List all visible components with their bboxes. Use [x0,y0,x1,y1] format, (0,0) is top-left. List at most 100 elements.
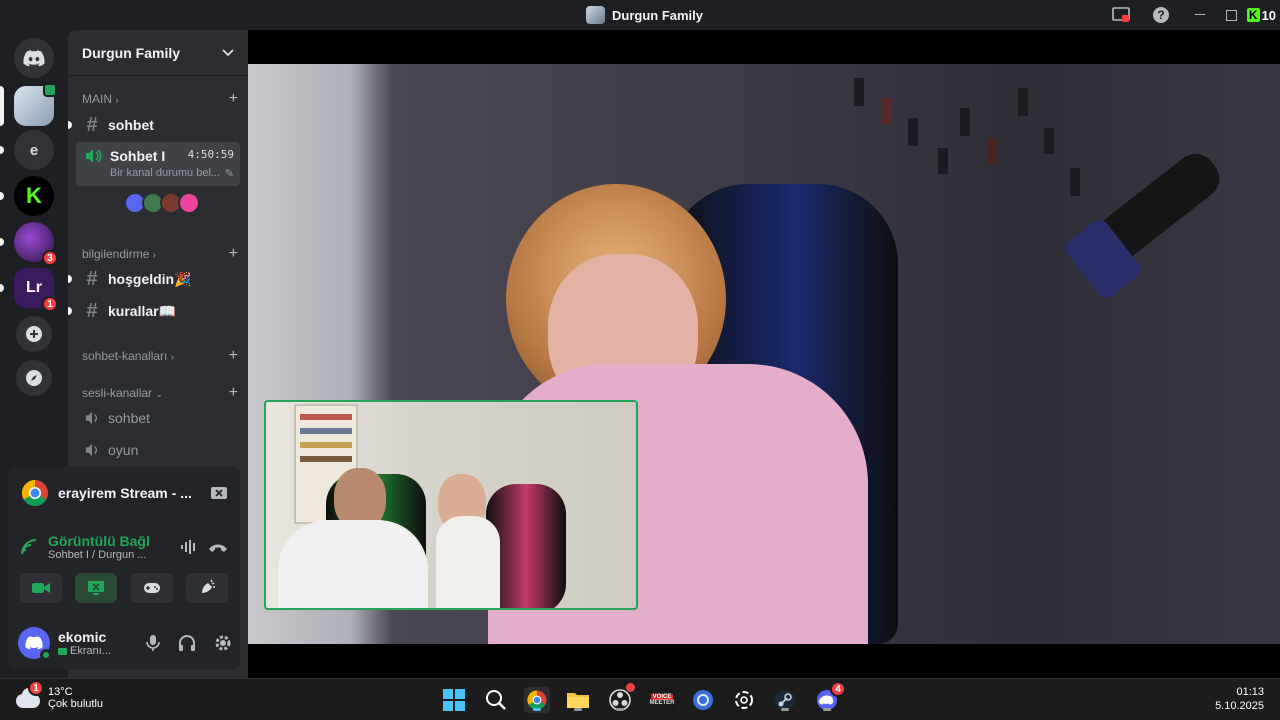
user-area: ekomic Ekranı... [18,621,232,665]
running-indicator [574,708,582,711]
channel-voice-oyun[interactable]: oyun [76,435,240,465]
server-header[interactable]: Durgun Family [68,30,248,76]
taskbar-obs[interactable] [607,683,635,713]
channel-sohbet[interactable]: # sohbet [68,110,240,140]
add-server-button[interactable] [16,316,52,352]
gear-icon[interactable] [214,634,232,652]
channel-hosgeldin[interactable]: # hoşgeldin🎉 [68,264,240,294]
inbox-icon[interactable] [1101,0,1141,30]
guild-e[interactable]: e [14,130,54,170]
camera-icon [32,583,50,593]
stop-stream-icon[interactable] [210,485,228,501]
category-bilgilendirme[interactable]: bilgilendirme › + [82,245,238,263]
taskbar-chatgpt[interactable] [731,687,757,713]
voice-channel-name: Sohbet I [110,148,166,164]
discord-home-icon[interactable] [14,38,54,78]
category-sohbet-kanallari[interactable]: sohbet-kanalları › + [82,347,238,365]
microphone-icon[interactable] [146,634,160,652]
text-channel-icon: # [86,267,98,290]
disconnect-icon[interactable] [208,541,228,553]
unread-pill [0,146,4,154]
discover-button[interactable] [16,360,52,396]
category-main[interactable]: MAIN › + [82,90,238,108]
taskbar-steam[interactable] [772,687,798,713]
voice-connection-row: Görüntülü Bağl Sohbet I / Durgun ... [20,529,228,565]
add-channel-icon[interactable]: + [229,90,238,108]
window-title: Durgun Family [612,7,704,23]
voice-connected-title[interactable]: Görüntülü Bağl [48,533,170,549]
unread-indicator [68,307,72,315]
channel-kurallar[interactable]: # kurallar📖 [68,296,240,326]
stream-view[interactable] [248,30,1280,678]
avatar[interactable] [18,627,52,661]
category-main-label: MAIN [82,92,112,106]
titlebar-controls: ? K 10 [1101,0,1280,30]
taskbar-discord[interactable]: 4 [814,681,846,713]
discord-notification-badge: 4 [830,681,846,697]
running-indicator [781,708,789,711]
gamepad-icon [143,583,160,593]
windows-taskbar: 1 13°C Çok bulutlu VOICE MEETER 4 01:13 … [0,678,1280,720]
channel-sidebar: Durgun Family MAIN › + # sohbet Sohbet I… [68,30,248,468]
globe-icon [693,690,713,710]
taskbar-file-explorer[interactable] [565,687,591,713]
screen-share-button[interactable] [75,573,118,603]
clock-area[interactable]: 01:13 5.10.2025 [1215,686,1264,712]
search-icon [486,690,506,710]
chevron-right-icon: › [152,250,157,261]
text-channel-icon: # [86,299,98,322]
help-icon[interactable]: ? [1141,0,1181,30]
channel-label: sohbet [108,410,151,426]
weather-desc: Çok bulutlu [48,698,104,710]
mention-badge: 3 [42,250,58,266]
kick-app-badge[interactable]: K 10 [1243,8,1280,23]
channel-sohbet-i-voice[interactable]: Sohbet I 4:50:59 Bir kanal durumu bel...… [76,142,240,186]
unread-pill [0,238,4,246]
screen-share-icon [88,581,105,595]
active-server-pill [0,86,4,126]
guild-lr[interactable]: Lr 1 [14,268,58,312]
avatar[interactable] [178,192,200,214]
channel-label: sohbet [108,117,154,133]
search-button[interactable] [483,687,509,713]
guild-purple[interactable]: 3 [14,222,58,266]
openai-icon [735,691,753,709]
running-indicator [823,708,831,711]
stream-row[interactable]: erayirem Stream - ... [8,467,240,519]
kick-app-count: 10 [1261,7,1276,23]
signal-icon[interactable] [20,538,38,556]
online-status-icon [40,649,52,661]
windows-icon [443,689,465,711]
title-bar: Durgun Family ? K 10 [0,0,1280,30]
taskbar-voicemeeter[interactable]: VOICE MEETER [648,687,676,713]
user-info[interactable]: ekomic Ekranı... [58,629,138,657]
add-channel-icon[interactable]: + [229,384,238,402]
category-sesli-kanallar[interactable]: sesli-kanallar ⌄ + [82,384,238,402]
discord-avatar-icon [25,636,43,650]
maximize-button[interactable] [1221,0,1243,30]
cloud-icon: 1 [14,680,44,712]
camera-button[interactable] [20,573,62,603]
channel-voice-sohbet[interactable]: sohbet [76,403,240,433]
start-button[interactable] [441,687,467,713]
taskbar-app-blue[interactable] [690,687,716,713]
taskbar-chrome[interactable] [524,687,550,713]
headphones-icon[interactable] [178,634,196,652]
unread-pill [0,284,4,292]
activities-button[interactable] [130,573,173,603]
noise-suppression-icon[interactable] [180,539,198,555]
guild-e-label: e [29,141,39,159]
edit-status-icon[interactable]: ✎ [225,167,240,180]
guild-kick[interactable]: K [14,176,54,216]
soundboard-button[interactable] [185,573,228,603]
pip-camera-stream[interactable] [264,400,638,610]
weather-alert-badge: 1 [28,680,44,696]
add-channel-icon[interactable]: + [229,347,238,365]
minimize-button[interactable] [1181,0,1221,30]
guild-durgun-family[interactable] [14,83,57,126]
add-channel-icon[interactable]: + [229,245,238,263]
kick-logo-label: K [26,183,42,208]
voice-connected-subtitle[interactable]: Sohbet I / Durgun ... [48,549,170,561]
weather-widget[interactable]: 1 13°C Çok bulutlu [14,680,104,712]
stream-live-icon [43,83,57,97]
